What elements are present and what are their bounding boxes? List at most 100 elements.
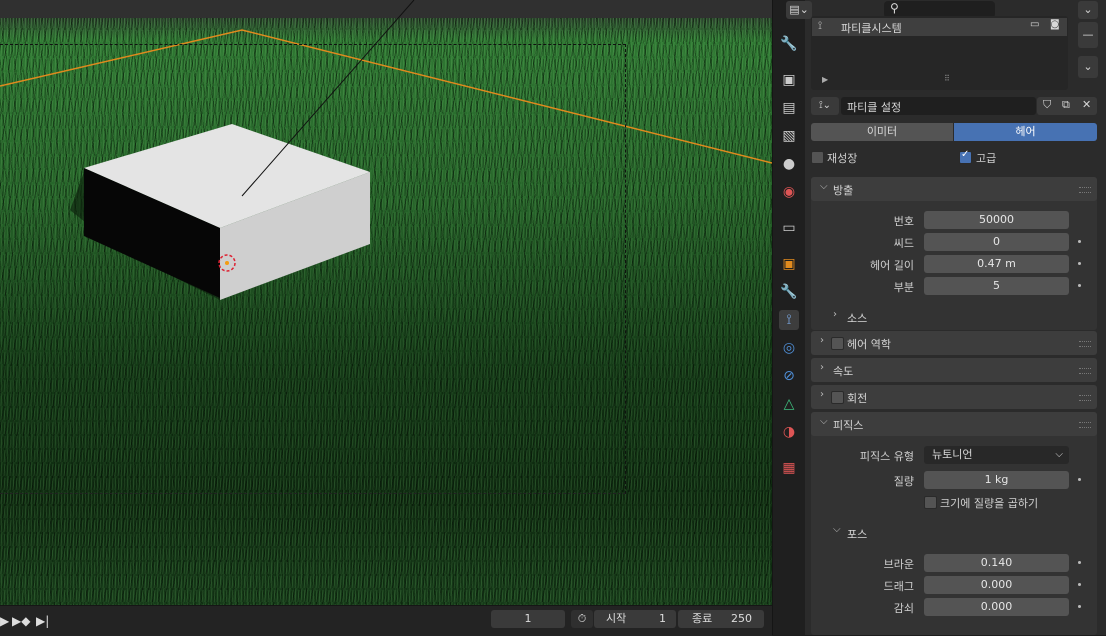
emission-header[interactable]: ⌵ 방출 [811,177,1097,201]
view-layer-icon[interactable]: ▧ [779,126,799,146]
output-icon[interactable]: ▤ [779,98,799,118]
forces-subpanel-header[interactable]: ⌵ 포스 [825,522,1085,542]
scene-icon[interactable]: ● [779,154,799,174]
keyframe-dot[interactable] [1078,605,1081,608]
tab-emitter[interactable]: 이미터 [811,123,953,141]
fake-user-icon[interactable]: ⛉ [1043,98,1051,112]
settings-name-field[interactable]: 파티클 설정 [841,97,1036,115]
hair-dynamics-header[interactable]: › 헤어 역학 [811,331,1097,355]
brownian-label: 브라운 [883,558,914,571]
physics-header[interactable]: ⌵ 피직스 [811,412,1097,436]
mass-field[interactable]: 1 kg [924,471,1069,489]
hair-length-field[interactable]: 0.47 m [924,255,1069,273]
particles-icon: ⟟ [818,19,823,32]
list-menu-icon[interactable]: ⌄ [1078,56,1098,78]
physics-title: 피직스 [833,419,864,432]
chevron-right-icon: › [833,309,837,320]
editor-type-dropdown[interactable]: ▤⌄ [786,1,812,19]
settings-browse-dropdown[interactable]: ⟟⌄ [811,97,839,115]
physics-icon[interactable]: ◎ [779,338,799,358]
chevron-right-icon: › [820,389,824,400]
data-icon[interactable]: △ [779,394,799,414]
end-value: 250 [731,612,752,625]
search-icon: ⚲ [890,1,899,15]
advanced-checkbox[interactable] [959,149,972,164]
rotation-checkbox[interactable] [831,391,844,404]
rotation-title: 회전 [847,392,868,405]
physics-type-select[interactable]: 뉴토니언 ⌵ [924,446,1069,464]
mass-label: 질량 [893,475,914,488]
stopwatch-icon[interactable]: ⏱ [571,610,593,628]
add-remove-buttons[interactable]: — [1078,22,1098,48]
viewport-display-icon[interactable]: ▭ [1030,19,1039,30]
settings-actions: ⛉ ⧉ ✕ [1037,97,1097,115]
segments-label: 부분 [893,281,914,294]
multiply-mass-checkbox[interactable] [924,496,937,509]
brownian-field[interactable]: 0.140 [924,554,1069,572]
rotation-header[interactable]: › 회전 [811,385,1097,409]
hair-length-label: 헤어 길이 [870,259,914,272]
damp-field[interactable]: 0.000 [924,598,1069,616]
source-label: 소스 [847,312,868,325]
chevron-down-icon: ⌵ [820,181,828,192]
end-label: 종료 [692,612,713,625]
regrow-label: 재성장 [827,152,858,165]
constraints-icon[interactable]: ⊘ [779,366,799,386]
keyframe-dot[interactable] [1078,284,1081,287]
keyframe-dot[interactable] [1078,561,1081,564]
number-label: 번호 [893,215,914,228]
list-item[interactable]: ⟟ 파티클시스템 ▭ ◙ [812,18,1067,36]
options-dropdown-icon[interactable]: ⌄ [1078,1,1098,19]
render-camera-icon[interactable]: ◙ [1050,19,1060,30]
list-item-label: 파티클시스템 [841,22,902,35]
chevron-down-icon: ⌵ [1055,449,1063,460]
damp-label: 감쇠 [893,602,914,615]
seed-field[interactable]: 0 [924,233,1069,251]
start-frame-field[interactable]: 시작 1 [594,610,676,628]
texture-icon[interactable]: ▦ [779,458,799,478]
drag-field[interactable]: 0.000 [924,576,1069,594]
jump-end-icon[interactable]: ▶| [36,614,49,628]
forces-title: 포스 [847,528,868,541]
resize-handle[interactable]: ⠿ [944,74,950,83]
jump-keyframe-icon[interactable]: ▶◆ [12,614,30,628]
drag-handle[interactable] [1079,422,1091,428]
particles-icon[interactable]: ⟟ [779,310,799,330]
drag-handle[interactable] [1079,395,1091,401]
drag-handle[interactable] [1079,341,1091,347]
duplicate-icon[interactable]: ⧉ [1062,98,1070,112]
render-icon[interactable]: ▣ [779,70,799,90]
tool-icon[interactable]: 🔧 [779,34,799,54]
keyframe-dot[interactable] [1078,262,1081,265]
close-icon[interactable]: ✕ [1082,98,1091,111]
regrow-checkbox[interactable] [811,151,824,164]
material-icon[interactable]: ◑ [779,422,799,442]
expand-icon[interactable]: ▶ [822,75,828,84]
world-icon[interactable]: ◉ [779,182,799,202]
keyframe-dot[interactable] [1078,240,1081,243]
chevron-down-icon: ⌵ [820,416,828,427]
hair-dynamics-checkbox[interactable] [831,337,844,350]
number-field[interactable]: 50000 [924,211,1069,229]
chevron-down-icon: ⌵ [833,524,841,535]
source-subpanel-header[interactable]: › 소스 [825,306,1085,326]
drag-handle[interactable] [1079,187,1091,193]
physics-type-label: 피직스 유형 [859,450,914,463]
collection-icon[interactable]: ▭ [779,218,799,238]
play-icon[interactable]: ▶ [0,614,9,628]
segments-field[interactable]: 5 [924,277,1069,295]
physics-type-value: 뉴토니언 [932,448,973,461]
end-frame-field[interactable]: 종료 250 [678,610,764,628]
advanced-label: 고급 [976,152,997,165]
drag-label: 드래그 [883,580,914,593]
current-frame-field[interactable]: 1 [491,610,565,628]
multiply-mass-label: 크기에 질량을 곱하기 [940,497,1039,510]
modifier-icon[interactable]: 🔧 [779,282,799,302]
keyframe-dot[interactable] [1078,478,1081,481]
drag-handle[interactable] [1079,368,1091,374]
tab-hair[interactable]: 헤어 [954,123,1097,141]
object-icon[interactable]: ▣ [779,254,799,274]
keyframe-dot[interactable] [1078,583,1081,586]
velocity-header[interactable]: › 속도 [811,358,1097,382]
3d-viewport[interactable] [0,0,772,605]
